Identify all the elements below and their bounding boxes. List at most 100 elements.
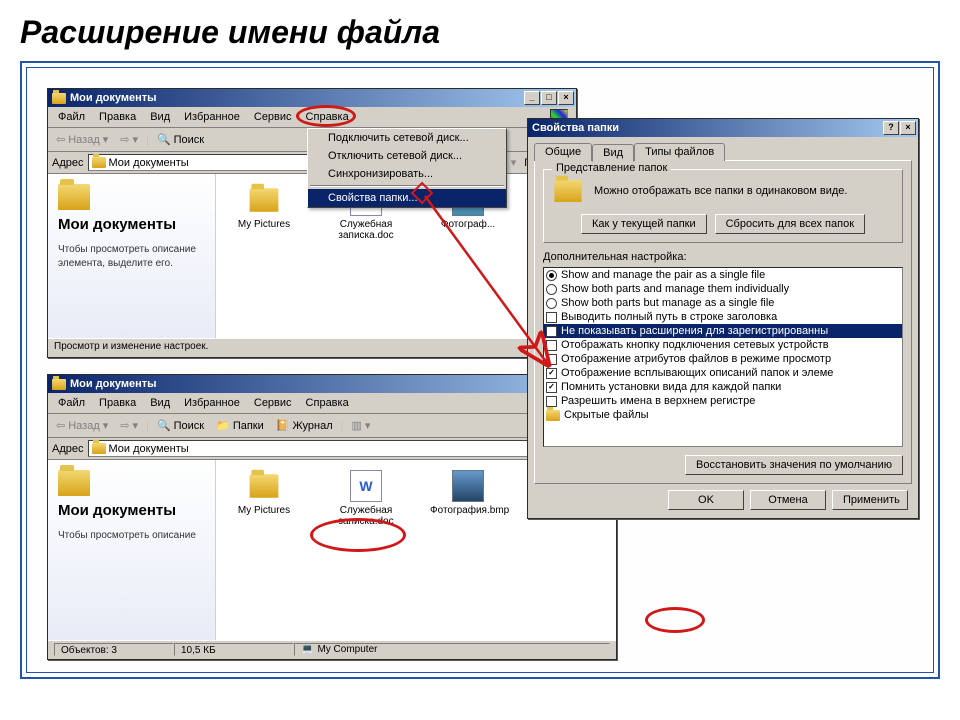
menu-favorites[interactable]: Избранное [178,395,246,411]
list-item[interactable]: Разрешить имена в верхнем регистре [544,394,902,408]
list-item[interactable]: Не показывать расширения для зарегистрир… [544,324,902,338]
advanced-label: Дополнительная настройка: [543,251,903,263]
search-button[interactable]: 🔍 Поиск [153,131,208,148]
menu-edit[interactable]: Правка [93,109,142,125]
menu-help[interactable]: Справка [300,109,355,125]
checkbox-icon [546,354,557,365]
tools-menu-dropdown[interactable]: Подключить сетевой диск... Отключить сет… [307,128,507,208]
option-label: Скрытые файлы [564,409,649,421]
option-label: Show both parts but manage as a single f… [561,297,774,309]
addr-label: Адрес [52,157,84,169]
menu-file[interactable]: Файл [52,109,91,125]
folder-icon [248,184,280,216]
list-item[interactable]: Show both parts and manage them individu… [544,282,902,296]
pane-desc: Чтобы просмотреть описание элемента, выд… [58,243,205,271]
inner-area: Мои документы _ □ × Файл Правка Вид Избр… [26,67,934,673]
list-item[interactable]: Show both parts but manage as a single f… [544,296,902,310]
list-item[interactable]: Фотография.bmp [430,470,506,516]
outer-frame: Мои документы _ □ × Файл Правка Вид Избр… [20,61,940,679]
option-label: Выводить полный путь в строке заголовка [561,311,777,323]
folder-icon [554,180,581,202]
menu-file[interactable]: Файл [52,395,91,411]
file-label: Фотограф... [430,219,506,230]
folder-icon [546,410,560,421]
menu-item[interactable]: Синхронизировать... [308,165,506,183]
list-item[interactable]: Выводить полный путь в строке заголовка [544,310,902,324]
list-item[interactable]: Отображение всплывающих описаний папок и… [544,366,902,380]
tab-view[interactable]: Вид [592,144,634,162]
dialog-title: Свойства папки [532,122,883,134]
info-pane: Мои документы Чтобы просмотреть описание… [48,174,216,338]
folder-icon [92,157,106,168]
group-legend: Представление папок [552,162,671,174]
menu-tools[interactable]: Сервис [248,109,298,125]
restore-defaults-button[interactable]: Восстановить значения по умолчанию [685,455,903,475]
search-button[interactable]: 🔍 Поиск [153,417,208,434]
address-value: Мои документы [109,443,189,455]
menu-tools[interactable]: Сервис [248,395,298,411]
forward-button[interactable]: ⇨ ▾ [116,131,142,148]
option-label: Отображать кнопку подключения сетевых ус… [561,339,829,351]
list-item[interactable]: My Pictures [226,184,302,230]
back-button[interactable]: ⇦ Назад ▾ [52,131,112,148]
menu-view[interactable]: Вид [144,395,176,411]
menu-favorites[interactable]: Избранное [178,109,246,125]
list-item[interactable]: Show and manage the pair as a single fil… [544,268,902,282]
image-icon [452,470,484,502]
menu-item[interactable]: Подключить сетевой диск... [308,129,506,147]
option-label: Не показывать расширения для зарегистрир… [561,325,828,337]
folder-icon [92,443,106,454]
title-text: Мои документы [70,92,524,104]
list-item[interactable]: Отображение атрибутов файлов в режиме пр… [544,352,902,366]
ok-button[interactable]: OK [668,490,744,510]
advanced-settings-list[interactable]: Show and manage the pair as a single fil… [543,267,903,447]
list-item[interactable]: Помнить установки вида для каждой папки [544,380,902,394]
help-button[interactable]: ? [883,121,899,135]
statusbar-2: Объектов: 3 10,5 КБ 💻 My Computer [48,640,616,658]
titlebar-1[interactable]: Мои документы _ □ × [48,89,576,107]
tab-general[interactable]: Общие [534,143,592,161]
apply-button[interactable]: Применить [832,490,908,510]
list-item[interactable]: Скрытые файлы [544,408,902,422]
menu-item-folder-options[interactable]: Свойства папки... [308,189,506,207]
menu-view[interactable]: Вид [144,109,176,125]
status-size: 10,5 КБ [174,643,294,656]
option-label: Show both parts and manage them individu… [561,283,789,295]
annotation-ellipse [645,607,705,633]
tab-strip: Общие Вид Типы файлов [534,143,912,161]
checkbox-icon [546,382,557,393]
journal-button[interactable]: 📔 Журнал [272,417,337,434]
dialog-titlebar[interactable]: Свойства папки ? × [528,119,918,137]
list-item[interactable]: My Pictures [226,470,302,516]
option-label: Разрешить имена в верхнем регистре [561,395,755,407]
radio-icon [546,270,557,281]
maximize-button[interactable]: □ [541,91,557,105]
doc-icon: W [350,470,382,502]
option-label: Show and manage the pair as a single fil… [561,269,765,281]
views-button[interactable]: ▥ ▾ [347,417,374,434]
reset-all-button[interactable]: Сбросить для всех папок [715,214,865,234]
file-label: Фотография.bmp [430,505,506,516]
menu-edit[interactable]: Правка [93,395,142,411]
cancel-button[interactable]: Отмена [750,490,826,510]
list-item[interactable]: Отображать кнопку подключения сетевых ус… [544,338,902,352]
close-button[interactable]: × [558,91,574,105]
back-button[interactable]: ⇦ Назад ▾ [52,417,112,434]
address-input[interactable]: Мои документы [88,440,535,457]
menu-item[interactable]: Отключить сетевой диск... [308,147,506,165]
statusbar-1: Просмотр и изменение настроек. [48,338,576,356]
info-pane: Мои документы Чтобы просмотреть описание [48,460,216,640]
list-item[interactable]: W Служебная записка.doc [328,470,404,527]
folder-icon [52,91,66,105]
status-objects: Объектов: 3 [54,643,174,656]
close-button[interactable]: × [900,121,916,135]
menubar-1[interactable]: Файл Правка Вид Избранное Сервис Справка [48,107,576,128]
tab-panel: Представление папок Можно отображать все… [534,160,912,484]
menu-help[interactable]: Справка [300,395,355,411]
folders-button[interactable]: 📁 Папки [212,417,268,434]
tab-filetypes[interactable]: Типы файлов [634,143,725,161]
status-location: 💻 My Computer [294,643,610,656]
like-current-button[interactable]: Как у текущей папки [581,214,707,234]
minimize-button[interactable]: _ [524,91,540,105]
forward-button[interactable]: ⇨ ▾ [116,417,142,434]
